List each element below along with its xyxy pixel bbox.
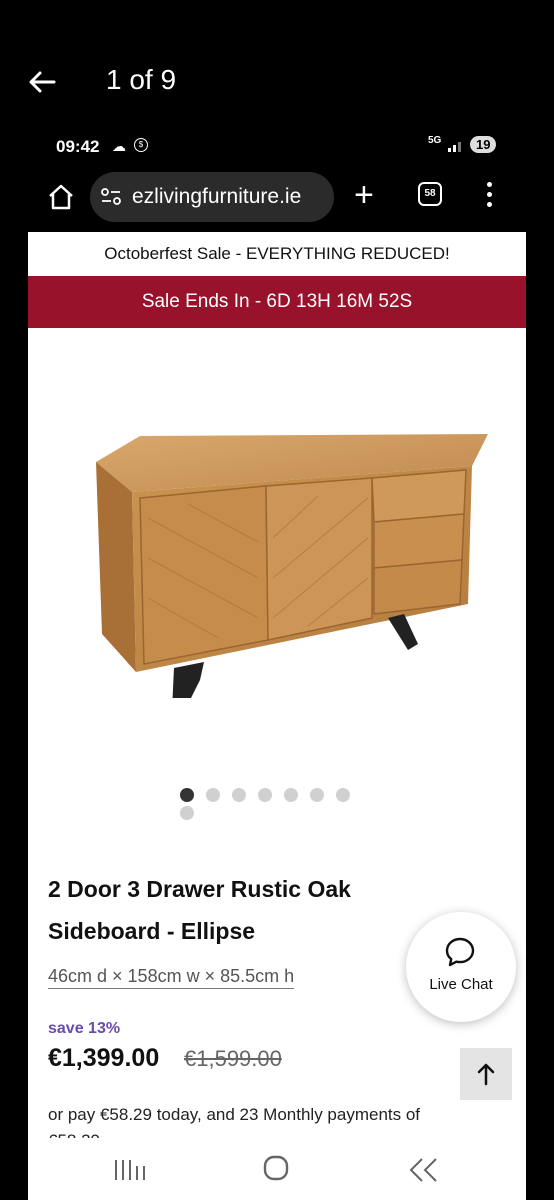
- gallery-dot[interactable]: [258, 788, 272, 802]
- back-arrow-icon[interactable]: [26, 66, 58, 98]
- gallery-dot[interactable]: [206, 788, 220, 802]
- finance-text: or pay €58.29 today, and 23 Monthly paym…: [48, 1105, 421, 1138]
- cloud-icon: ☁: [112, 138, 126, 154]
- new-tab-plus-icon[interactable]: +: [354, 178, 374, 212]
- old-price: €1,599.00: [184, 1046, 282, 1071]
- home-icon[interactable]: [46, 182, 76, 212]
- status-bar: 09:42 ☁ $ 5G 19: [28, 128, 526, 164]
- browser-toolbar: ezlivingfurniture.ie + 58: [28, 164, 526, 232]
- address-bar[interactable]: ezlivingfurniture.ie: [90, 172, 334, 222]
- product-image[interactable]: [68, 418, 488, 698]
- more-menu-icon[interactable]: [484, 182, 494, 212]
- notification-icon: $: [134, 138, 148, 152]
- gallery-dot[interactable]: [180, 806, 194, 820]
- gallery-dot[interactable]: [284, 788, 298, 802]
- save-badge: save 13%: [48, 1020, 121, 1037]
- live-chat-label: Live Chat: [429, 976, 493, 993]
- tab-switcher-button[interactable]: 58: [418, 182, 442, 206]
- system-navigation-bar: [28, 1138, 526, 1200]
- product-dimensions[interactable]: 46cm d × 158cm w × 85.5cm h: [48, 966, 295, 989]
- gallery-pagination[interactable]: [180, 788, 380, 820]
- chat-bubble-icon: [445, 937, 475, 967]
- back-button-icon[interactable]: [406, 1156, 440, 1184]
- signal-icon: [448, 142, 461, 152]
- network-icon: 5G: [428, 135, 442, 146]
- product-title: 2 Door 3 Drawer Rustic Oak Sideboard - E…: [48, 876, 351, 944]
- gallery-dot[interactable]: [310, 788, 324, 802]
- promo-banner[interactable]: Octoberfest Sale - EVERYTHING REDUCED!: [28, 232, 526, 276]
- arrow-up-icon: [477, 1063, 495, 1086]
- scroll-to-top-button[interactable]: [460, 1048, 512, 1100]
- site-settings-icon[interactable]: [100, 186, 122, 208]
- battery-indicator: 19: [470, 136, 497, 153]
- current-price: €1,399.00: [48, 1044, 160, 1072]
- image-viewer-header: 1 of 9: [0, 0, 554, 130]
- gallery-dot[interactable]: [232, 788, 246, 802]
- recent-apps-icon[interactable]: [110, 1156, 150, 1184]
- status-time: 09:42: [56, 137, 100, 156]
- gallery-dot[interactable]: [336, 788, 350, 802]
- gallery-dot[interactable]: [180, 788, 194, 802]
- home-button-icon[interactable]: [262, 1154, 290, 1182]
- phone-screenshot: 09:42 ☁ $ 5G 19 ezlivingfurniture.ie + 5…: [28, 128, 526, 1200]
- url-text: ezlivingfurniture.ie: [132, 185, 302, 208]
- image-counter: 1 of 9: [106, 64, 177, 95]
- sale-countdown-bar: Sale Ends In - 6D 13H 16M 52S: [28, 276, 526, 328]
- live-chat-button[interactable]: Live Chat: [406, 912, 516, 1022]
